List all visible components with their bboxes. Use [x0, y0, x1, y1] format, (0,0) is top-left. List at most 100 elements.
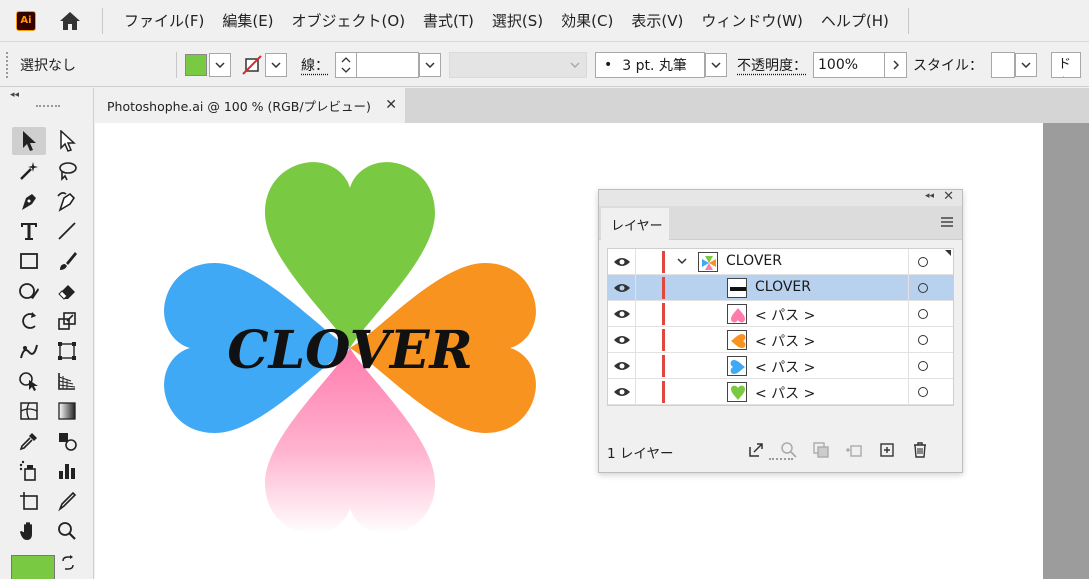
- target-circle-icon[interactable]: [918, 361, 928, 371]
- export-icon[interactable]: [747, 441, 765, 459]
- eyedropper-tool-icon[interactable]: [12, 427, 46, 455]
- layer-row[interactable]: < パス >: [608, 379, 953, 405]
- menu-view[interactable]: 表示(V): [622, 10, 692, 31]
- lasso-tool-icon[interactable]: [50, 157, 84, 185]
- close-icon[interactable]: ✕: [943, 189, 954, 204]
- menu-window[interactable]: ウィンドウ(W): [692, 10, 812, 31]
- eraser-tool-icon[interactable]: [50, 277, 84, 305]
- shaper-tool-icon[interactable]: [12, 277, 46, 305]
- brush-definition[interactable]: • 3 pt. 丸筆: [595, 52, 705, 78]
- direct-selection-tool-icon[interactable]: [50, 127, 84, 155]
- graphic-style-swatch[interactable]: [991, 52, 1015, 78]
- selection-tool-icon[interactable]: [12, 127, 46, 155]
- menu-file[interactable]: ファイル(F): [115, 10, 213, 31]
- fill-dropdown-button[interactable]: [209, 53, 231, 77]
- eye-icon[interactable]: [613, 385, 631, 399]
- target-circle-icon[interactable]: [918, 283, 928, 293]
- eye-icon[interactable]: [613, 359, 631, 373]
- mesh-tool-icon[interactable]: [12, 397, 46, 425]
- layer-row[interactable]: < パス >: [608, 327, 953, 353]
- clover-text[interactable]: CLOVER: [227, 320, 473, 381]
- panel-header[interactable]: ◂◂ ✕: [599, 190, 962, 206]
- control-bar-grip[interactable]: [6, 52, 10, 78]
- lock-cell[interactable]: [635, 275, 636, 301]
- shape-builder-tool-icon[interactable]: [12, 367, 46, 395]
- document-tab[interactable]: Photoshophe.ai @ 100 % (RGB/プレビュー) ✕: [95, 88, 405, 123]
- blend-tool-icon[interactable]: [50, 427, 84, 455]
- gradient-tool-icon[interactable]: [50, 397, 84, 425]
- layer-row[interactable]: < パス >: [608, 301, 953, 327]
- lock-cell[interactable]: [635, 379, 636, 405]
- stroke-weight-stepper[interactable]: [335, 52, 357, 78]
- target-circle-icon[interactable]: [918, 335, 928, 345]
- zoom-tool-icon[interactable]: [50, 517, 84, 545]
- style-dropdown-button[interactable]: [1015, 53, 1037, 77]
- lock-cell[interactable]: [635, 249, 636, 275]
- rotate-tool-icon[interactable]: [12, 307, 46, 335]
- slice-tool-icon[interactable]: [50, 487, 84, 515]
- brush-dropdown-button[interactable]: [705, 53, 727, 77]
- menu-type[interactable]: 書式(T): [414, 10, 483, 31]
- opacity-label[interactable]: 不透明度：: [737, 55, 807, 75]
- artboard-tool-icon[interactable]: [12, 487, 46, 515]
- menu-effect[interactable]: 効果(C): [552, 10, 622, 31]
- collapse-icon[interactable]: ◂◂: [10, 90, 19, 100]
- symbol-sprayer-tool-icon[interactable]: [12, 457, 46, 485]
- close-icon[interactable]: ✕: [385, 97, 397, 113]
- magic-wand-tool-icon[interactable]: [12, 157, 46, 185]
- line-segment-tool-icon[interactable]: [50, 217, 84, 245]
- layer-name[interactable]: < パス >: [755, 357, 815, 377]
- chevron-down-icon[interactable]: [676, 255, 688, 267]
- rectangle-tool-icon[interactable]: [12, 247, 46, 275]
- clover-artwork[interactable]: CLOVER: [150, 143, 570, 573]
- eye-icon[interactable]: [613, 333, 631, 347]
- opacity-input[interactable]: 100%: [813, 52, 885, 78]
- hand-tool-icon[interactable]: [12, 517, 46, 545]
- layer-row[interactable]: CLOVER: [608, 249, 953, 275]
- layer-name[interactable]: CLOVER: [726, 253, 782, 269]
- tools-grip[interactable]: [36, 105, 60, 109]
- home-icon[interactable]: [58, 9, 82, 33]
- paintbrush-tool-icon[interactable]: [50, 247, 84, 275]
- stroke-weight-input[interactable]: [357, 52, 419, 78]
- stroke-dropdown-button[interactable]: [265, 53, 287, 77]
- lock-cell[interactable]: [635, 301, 636, 327]
- layer-row[interactable]: < パス >: [608, 353, 953, 379]
- eye-icon[interactable]: [613, 307, 631, 321]
- stroke-weight-dropdown[interactable]: [419, 53, 441, 77]
- layer-name[interactable]: < パス >: [755, 383, 815, 403]
- tab-layers[interactable]: レイヤー: [601, 208, 669, 240]
- menu-object[interactable]: オブジェクト(O): [283, 10, 415, 31]
- menu-edit[interactable]: 編集(E): [213, 10, 282, 31]
- fill-swatch-large[interactable]: [11, 555, 55, 579]
- stroke-color-swatch[interactable]: [241, 54, 263, 76]
- new-layer-icon[interactable]: [878, 441, 896, 459]
- collapse-icon[interactable]: ◂◂: [925, 191, 934, 201]
- fill-color-swatch[interactable]: [185, 54, 207, 76]
- target-circle-icon[interactable]: [918, 257, 928, 267]
- lock-cell[interactable]: [635, 353, 636, 379]
- warp-tool-icon[interactable]: [12, 337, 46, 365]
- swap-fill-stroke-icon[interactable]: [56, 552, 80, 574]
- target-circle-icon[interactable]: [918, 387, 928, 397]
- lock-cell[interactable]: [635, 327, 636, 353]
- column-graph-tool-icon[interactable]: [50, 457, 84, 485]
- pen-tool-icon[interactable]: [12, 187, 46, 215]
- perspective-grid-tool-icon[interactable]: [50, 367, 84, 395]
- stroke-label[interactable]: 線：: [301, 55, 329, 75]
- eye-icon[interactable]: [613, 255, 631, 269]
- trash-icon[interactable]: [911, 441, 929, 459]
- panel-resize-grip[interactable]: [769, 458, 793, 462]
- scale-tool-icon[interactable]: [50, 307, 84, 335]
- free-transform-tool-icon[interactable]: [50, 337, 84, 365]
- hamburger-menu-icon[interactable]: [940, 216, 954, 228]
- layer-name[interactable]: < パス >: [755, 305, 815, 325]
- layer-name[interactable]: CLOVER: [755, 279, 811, 295]
- document-setup-button[interactable]: ドキ: [1051, 52, 1081, 78]
- opacity-arrow-button[interactable]: [885, 52, 907, 78]
- target-circle-icon[interactable]: [918, 309, 928, 319]
- layer-name[interactable]: < パス >: [755, 331, 815, 351]
- layer-row[interactable]: CLOVER: [608, 275, 953, 301]
- menu-select[interactable]: 選択(S): [483, 10, 552, 31]
- type-tool-icon[interactable]: [12, 217, 46, 245]
